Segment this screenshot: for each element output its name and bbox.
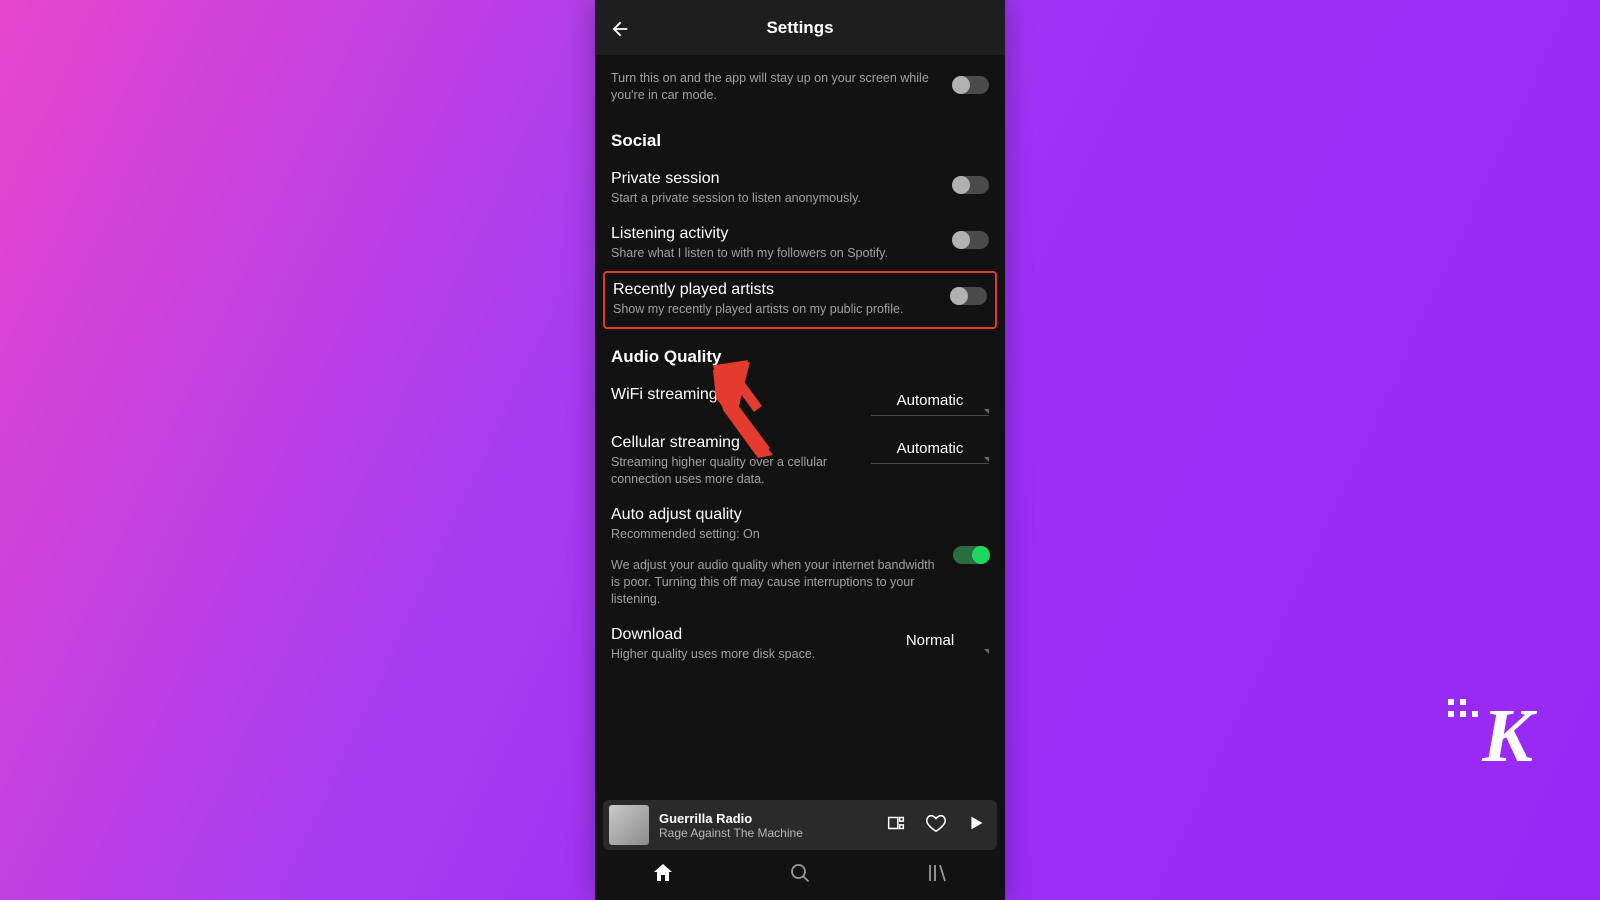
setting-desc: We adjust your audio quality when your i… — [611, 557, 941, 608]
settings-scroll[interactable]: Turn this on and the app will stay up on… — [595, 55, 1005, 850]
play-icon[interactable] — [965, 812, 987, 839]
toggle-recently-played-artists[interactable] — [951, 287, 987, 305]
setting-wifi-streaming[interactable]: WiFi streaming Automatic — [611, 377, 989, 425]
nav-home-icon[interactable] — [651, 861, 675, 890]
setting-sub: Show my recently played artists on my pu… — [613, 301, 939, 318]
setting-sub: Higher quality uses more disk space. — [611, 646, 859, 663]
toggle-keep-app-open[interactable] — [953, 76, 989, 94]
setting-title: WiFi streaming — [611, 386, 859, 404]
track-title: Guerrilla Radio — [659, 811, 875, 826]
setting-sub: Start a private session to listen anonym… — [611, 190, 941, 207]
setting-title: Download — [611, 626, 859, 644]
now-playing-bar[interactable]: Guerrilla Radio Rage Against The Machine — [603, 800, 997, 850]
dropdown-download[interactable]: Normal — [871, 626, 989, 655]
setting-cellular-streaming[interactable]: Cellular streaming Streaming higher qual… — [611, 425, 989, 497]
highlight-recently-played: Recently played artists Show my recently… — [603, 271, 997, 330]
watermark-logo: K — [1482, 693, 1530, 780]
devices-icon[interactable] — [885, 812, 907, 839]
nav-search-icon[interactable] — [788, 861, 812, 890]
setting-private-session[interactable]: Private session Start a private session … — [611, 161, 989, 216]
setting-keep-app-open[interactable]: Turn this on and the app will stay up on… — [611, 61, 989, 113]
setting-title: Auto adjust quality — [611, 506, 941, 524]
setting-recently-played-artists[interactable]: Recently played artists Show my recently… — [613, 279, 987, 320]
phone-frame: Settings Turn this on and the app will s… — [595, 0, 1005, 900]
setting-auto-adjust-quality[interactable]: Auto adjust quality Recommended setting:… — [611, 497, 989, 617]
top-bar: Settings — [595, 0, 1005, 55]
setting-title: Cellular streaming — [611, 434, 859, 452]
back-button[interactable] — [605, 14, 635, 44]
dropdown-cellular-streaming[interactable]: Automatic — [871, 434, 989, 464]
setting-listening-activity[interactable]: Listening activity Share what I listen t… — [611, 216, 989, 271]
section-header-social: Social — [611, 131, 989, 151]
toggle-auto-adjust-quality[interactable] — [953, 546, 989, 564]
nav-library-icon[interactable] — [925, 861, 949, 890]
setting-sub: Streaming higher quality over a cellular… — [611, 454, 859, 488]
setting-sub: Turn this on and the app will stay up on… — [611, 70, 941, 104]
setting-sub: Recommended setting: On — [611, 526, 941, 543]
section-header-audio-quality: Audio Quality — [611, 347, 989, 367]
heart-icon[interactable] — [925, 812, 947, 839]
now-playing-text: Guerrilla Radio Rage Against The Machine — [659, 811, 875, 840]
page-title: Settings — [766, 18, 833, 38]
now-playing-actions — [885, 812, 987, 839]
bottom-nav — [595, 850, 1005, 900]
setting-title: Recently played artists — [613, 281, 939, 299]
album-art — [609, 805, 649, 845]
setting-download[interactable]: Download Higher quality uses more disk s… — [611, 617, 989, 672]
setting-title: Listening activity — [611, 225, 941, 243]
setting-sub: Share what I listen to with my followers… — [611, 245, 941, 262]
dropdown-wifi-streaming[interactable]: Automatic — [871, 386, 989, 416]
track-artist: Rage Against The Machine — [659, 826, 875, 840]
arrow-left-icon — [609, 18, 631, 40]
setting-title: Private session — [611, 170, 941, 188]
toggle-listening-activity[interactable] — [953, 231, 989, 249]
toggle-private-session[interactable] — [953, 176, 989, 194]
